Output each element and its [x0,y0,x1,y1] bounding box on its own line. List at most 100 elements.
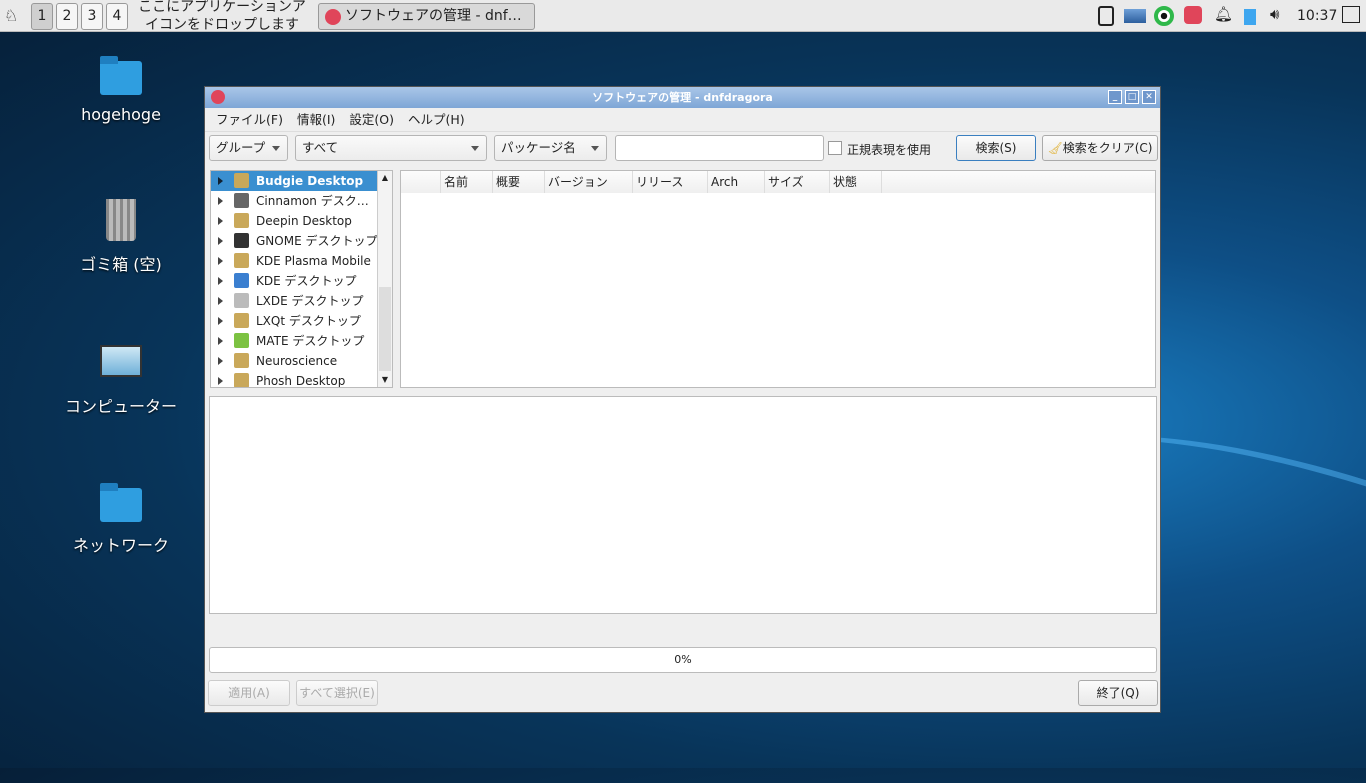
group-icon [234,353,249,368]
network-folder-icon [100,483,142,522]
group-label: MATE デスクトップ [256,334,365,348]
notification-bell-icon[interactable]: 🔔︎ [1214,5,1234,25]
select-all-button[interactable]: すべて選択(E) [296,680,378,706]
scrollbar-thumb[interactable] [379,287,391,371]
workspace-3-button[interactable]: 3 [81,3,103,30]
maximize-button[interactable]: □ [1125,90,1139,104]
window-titlebar[interactable]: ソフトウェアの管理 - dnfdragora _ □ ✕ [205,87,1160,108]
workspace-2-button[interactable]: 2 [56,3,78,30]
home-folder-icon [100,56,142,95]
group-tree-item[interactable]: LXQt デスクトップ [211,311,378,331]
filter-combo-value: すべて [302,140,339,155]
column-header[interactable]: サイズ [765,171,830,193]
column-header[interactable]: リリース [633,171,708,193]
clipboard-icon[interactable] [1098,6,1114,26]
group-label: Cinnamon デスク… [256,194,369,208]
dnfdragora-icon [325,9,341,25]
column-header[interactable]: Arch [708,171,765,193]
tree-scrollbar[interactable]: ▲ ▼ [377,171,392,387]
expand-arrow-icon[interactable] [218,337,223,345]
group-tree-item[interactable]: LXDE デスクトップ [211,291,378,311]
column-header[interactable]: バージョン [545,171,633,193]
column-header[interactable]: 名前 [441,171,493,193]
expand-arrow-icon[interactable] [218,357,223,365]
expand-arrow-icon[interactable] [218,177,223,185]
table-header: 名前 概要 バージョン リリース Arch サイズ 状態 [401,171,1155,193]
broom-icon: 🧹︎ [1047,141,1063,155]
chevron-down-icon [591,146,599,151]
window-title: ソフトウェアの管理 - dnfdragora [592,91,773,104]
expand-arrow-icon[interactable] [218,237,223,245]
expand-arrow-icon[interactable] [218,277,223,285]
group-icon [234,213,249,228]
apply-button[interactable]: 適用(A) [208,680,290,706]
search-input[interactable] [615,135,824,161]
desktop-icon-label: ネットワーク [72,536,169,555]
package-description-pane [209,396,1157,614]
group-combo[interactable]: グループ [209,135,288,161]
search-field-combo[interactable]: パッケージ名 [494,135,607,161]
workspace-4-button[interactable]: 4 [106,3,128,30]
app-icon [211,90,225,104]
desktop-icon-label: ゴミ箱 (空) [80,255,162,274]
group-tree-item[interactable]: Deepin Desktop [211,211,378,231]
close-button[interactable]: ✕ [1142,90,1156,104]
network-icon[interactable] [1124,9,1146,23]
group-tree-item[interactable]: KDE デスクトップ [211,271,378,291]
update-status-icon[interactable] [1154,6,1174,26]
group-tree-item[interactable]: GNOME デスクトップ [211,231,378,251]
expand-arrow-icon[interactable] [218,257,223,265]
filter-combo[interactable]: すべて [295,135,487,161]
progress-text: 0% [674,653,692,666]
menubar: ファイル(F) 情報(I) 設定(O) ヘルプ(H) [205,108,1160,132]
computer-icon [100,345,142,377]
expand-arrow-icon[interactable] [218,377,223,385]
clock[interactable]: 10:37 [1297,8,1337,24]
chevron-down-icon [471,146,479,151]
volume-icon[interactable]: 🔊︎ [1270,5,1290,25]
dnfdragora-tray-icon[interactable] [1184,6,1202,24]
group-label: GNOME デスクトップ [256,234,378,248]
column-header[interactable]: 概要 [493,171,545,193]
group-icon [234,313,249,328]
group-tree-item[interactable]: Phosh Desktop [211,371,378,387]
trash-icon [106,199,136,241]
group-tree-item[interactable]: Neuroscience [211,351,378,371]
expand-arrow-icon[interactable] [218,297,223,305]
quit-button[interactable]: 終了(Q) [1078,680,1158,706]
menu-1[interactable]: 情報(I) [290,108,342,131]
group-tree-item[interactable]: Cinnamon デスク… [211,191,378,211]
group-tree-item[interactable]: KDE Plasma Mobile [211,251,378,271]
clear-search-button[interactable]: 🧹︎検索をクリア(C) [1042,135,1158,161]
expand-arrow-icon[interactable] [218,317,223,325]
removable-drive-icon[interactable] [1244,9,1256,25]
desktop-icon-computer[interactable]: コンピューター [46,339,196,417]
taskbar-window-button[interactable]: ソフトウェアの管理 - dnf… [318,3,535,30]
menu-3[interactable]: ヘルプ(H) [401,108,472,131]
regex-checkbox[interactable] [828,141,842,155]
workspace-1-button[interactable]: 1 [31,3,53,30]
column-header[interactable]: 状態 [830,171,882,193]
desktop-icon-trash[interactable]: ゴミ箱 (空) [46,197,196,275]
scroll-up-icon[interactable]: ▲ [378,171,392,185]
taskbar: ♘ 1234 ここにアプリケーションアイコンをドロップします ソフトウェアの管理… [0,0,1366,32]
search-button[interactable]: 検索(S) [956,135,1036,161]
desktop-icon-label: hogehoge [81,105,161,124]
show-desktop-icon[interactable] [1342,6,1360,23]
expand-arrow-icon[interactable] [218,197,223,205]
group-tree-item[interactable]: MATE デスクトップ [211,331,378,351]
group-tree-item[interactable]: Budgie Desktop [211,171,378,191]
desktop-icon-home-folder[interactable]: hogehoge [46,55,196,124]
scroll-down-icon[interactable]: ▼ [378,373,392,387]
menu-2[interactable]: 設定(O) [342,108,401,131]
app-menu-icon[interactable]: ♘ [4,6,18,25]
desktop-icon-network-folder[interactable]: ネットワーク [46,482,196,556]
sort-column-header[interactable] [401,171,441,193]
group-icon [234,253,249,268]
group-icon [234,233,249,248]
menu-0[interactable]: ファイル(F) [209,108,290,131]
group-icon [234,273,249,288]
expand-arrow-icon[interactable] [218,217,223,225]
group-label: Deepin Desktop [256,214,352,228]
minimize-button[interactable]: _ [1108,90,1122,104]
